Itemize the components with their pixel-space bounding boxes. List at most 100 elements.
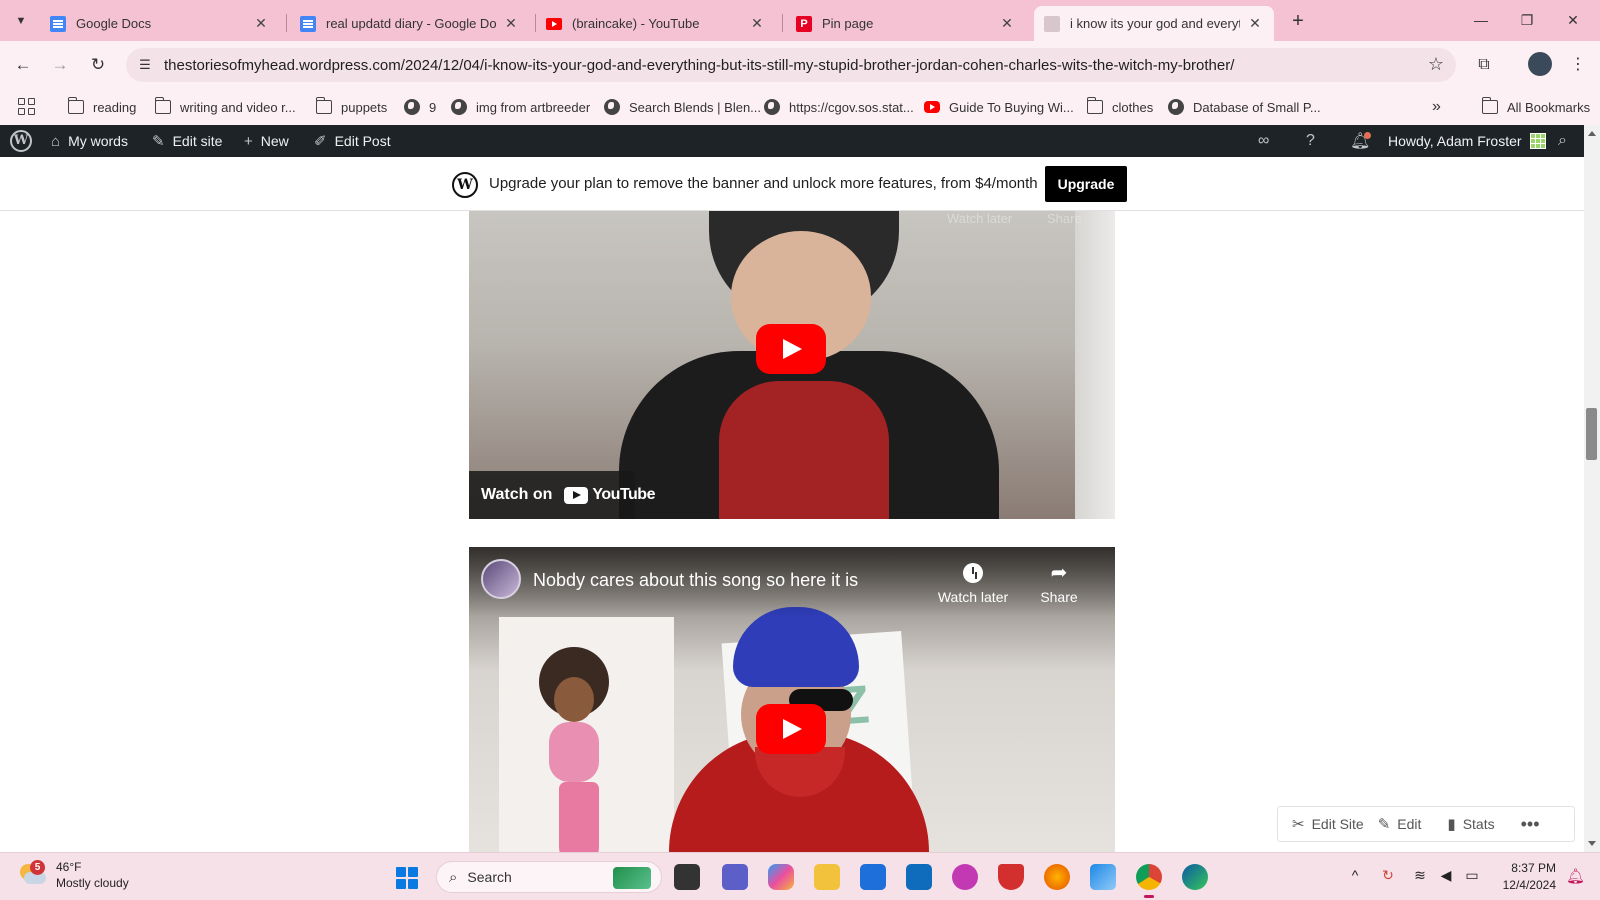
tab-close-icon[interactable]: ✕: [502, 15, 520, 32]
tab-search-chevron-icon[interactable]: ▼: [8, 8, 34, 34]
wp-admin-bar: W ⌂ My words ✎ Edit site + New ✐ Edit Post ∞…: [0, 125, 1584, 157]
jetpack-edit-site[interactable]: ✂ Edit Site: [1292, 815, 1364, 833]
taskbar-search-box[interactable]: ⌕ Search: [436, 861, 662, 893]
wordpress-logo-icon[interactable]: W: [10, 130, 32, 152]
tab-close-icon[interactable]: ✕: [252, 15, 270, 32]
channel-avatar[interactable]: [481, 559, 521, 599]
bookmark-cgov[interactable]: https://cgov.sos.stat...: [764, 97, 914, 117]
tab-close-icon[interactable]: ✕: [748, 15, 766, 32]
admin-edit-site[interactable]: ✎ Edit site: [152, 125, 222, 157]
bookmark-reading[interactable]: reading: [68, 97, 136, 117]
taskbar-search-label: Search: [467, 869, 512, 885]
outlook-icon[interactable]: [906, 864, 932, 890]
scrollbar-thumb[interactable]: [1586, 408, 1597, 460]
video-title[interactable]: Nobdy cares about this song so here it i…: [533, 570, 858, 591]
share-arrow-icon: ➦: [1050, 562, 1068, 584]
bookmark-writing[interactable]: writing and video r...: [155, 97, 296, 117]
chrome-icon[interactable]: [1136, 864, 1162, 898]
bookmark-artbreeder[interactable]: img from artbreeder: [451, 97, 590, 117]
bookmark-guide-to-buying[interactable]: Guide To Buying Wi...: [924, 97, 1074, 117]
battery-icon[interactable]: ▭: [1462, 867, 1482, 884]
windows-start-icon[interactable]: [396, 867, 418, 889]
youtube-embed-2[interactable]: Z Nobdy cares about this song so here it…: [469, 547, 1115, 852]
admin-label: New: [260, 133, 289, 149]
bookmark-clothes[interactable]: clothes: [1087, 97, 1153, 117]
video-play-button[interactable]: [756, 324, 826, 374]
file-explorer-icon[interactable]: [814, 864, 840, 890]
microsoft-store-icon[interactable]: [860, 864, 886, 890]
weather-widget[interactable]: 5 46°F Mostly cloudy: [18, 859, 129, 891]
clock-date: 12/4/2024: [1502, 878, 1556, 892]
bookmark-puppets[interactable]: puppets: [316, 97, 387, 117]
share-button[interactable]: ➦ Share: [1019, 561, 1099, 605]
admin-edit-post[interactable]: ✐ Edit Post: [314, 125, 391, 157]
extensions-puzzle-icon[interactable]: ⧉: [1472, 53, 1496, 77]
watch-on-youtube-button[interactable]: Watch on YouTube: [469, 471, 655, 519]
admin-my-words[interactable]: ⌂ My words: [51, 125, 128, 157]
upgrade-button[interactable]: Upgrade: [1045, 166, 1127, 202]
tab-pin-page[interactable]: P Pin page ✕: [786, 6, 1026, 41]
clock-time: 8:37 PM: [1511, 861, 1556, 875]
notifications-bell-icon[interactable]: 🔔︎: [1350, 125, 1370, 157]
watch-later-button[interactable]: Watch later: [933, 561, 1013, 605]
wifi-icon[interactable]: ≋: [1410, 867, 1430, 884]
bookmark-label: reading: [93, 99, 137, 115]
forward-arrow-icon[interactable]: →: [48, 53, 72, 77]
address-bar[interactable]: ☰ thestoriesofmyhead.wordpress.com/2024/…: [126, 48, 1456, 82]
admin-search-icon[interactable]: ⌕: [1558, 125, 1567, 157]
bookmark-database[interactable]: Database of Small P...: [1168, 97, 1321, 117]
bookmark-search-blends[interactable]: Search Blends | Blen...: [604, 97, 761, 117]
tab-real-updatd-diary[interactable]: real updatd diary - Google Doc ✕: [290, 6, 530, 41]
scroll-up-arrow-icon[interactable]: [1588, 131, 1596, 136]
all-bookmarks[interactable]: All Bookmarks: [1482, 97, 1590, 117]
bookmark-label: img from artbreeder: [476, 99, 591, 115]
url-text[interactable]: thestoriesofmyhead.wordpress.com/2024/12…: [164, 57, 1234, 74]
teams-icon[interactable]: [722, 864, 748, 890]
site-info-icon[interactable]: ☰: [136, 56, 154, 74]
admin-new[interactable]: + New: [244, 125, 289, 157]
tab-braincake-youtube[interactable]: (braincake) - YouTube ✕: [536, 6, 776, 41]
bookmarks-overflow-chevron-icon[interactable]: »: [1432, 97, 1441, 117]
tray-chevron-up-icon[interactable]: ^: [1345, 867, 1365, 883]
jetpack-edit[interactable]: ✎ Edit: [1378, 815, 1422, 833]
more-options-ellipsis-icon[interactable]: •••: [1521, 814, 1540, 835]
notification-bell-icon[interactable]: 🔔︎: [1566, 867, 1585, 885]
admin-howdy-account[interactable]: Howdy, Adam Froster: [1388, 125, 1546, 157]
volume-icon[interactable]: ◀︎: [1436, 867, 1456, 884]
youtube-embed-1[interactable]: Watch later Share Watch on YouTube: [469, 211, 1115, 519]
page-scrollbar[interactable]: [1584, 125, 1600, 852]
edge-icon[interactable]: [1182, 864, 1208, 890]
plus-icon: +: [244, 132, 253, 150]
apps-grid-icon[interactable]: [18, 98, 35, 115]
chrome-menu-icon[interactable]: ⋮: [1566, 53, 1590, 77]
task-view-icon[interactable]: [674, 864, 700, 890]
folder-icon: [316, 97, 332, 114]
reader-glasses-icon[interactable]: ∞: [1258, 125, 1269, 157]
reload-icon[interactable]: ↻: [86, 53, 110, 77]
app-circle-icon[interactable]: [952, 864, 978, 890]
jetpack-stats[interactable]: ▮ Stats: [1447, 815, 1494, 833]
bookmark-9[interactable]: 9: [404, 97, 436, 117]
copilot-icon[interactable]: [768, 864, 794, 890]
new-tab-plus-icon[interactable]: +: [1286, 10, 1310, 34]
sync-icon[interactable]: ↻: [1378, 867, 1398, 884]
folder-icon: [155, 97, 171, 114]
system-clock[interactable]: 8:37 PM 12/4/2024: [1488, 860, 1556, 894]
help-icon[interactable]: ?: [1306, 125, 1315, 157]
restore-icon[interactable]: ❐: [1504, 8, 1550, 32]
profile-avatar[interactable]: [1528, 52, 1552, 76]
mcafee-shield-icon[interactable]: [998, 864, 1024, 890]
tab-close-icon[interactable]: ✕: [1246, 15, 1264, 32]
back-arrow-icon[interactable]: ←: [11, 53, 35, 77]
bookmark-star-icon[interactable]: ☆: [1428, 54, 1444, 75]
photos-icon[interactable]: [1090, 864, 1116, 890]
video-play-button[interactable]: [756, 704, 826, 754]
minimize-icon[interactable]: —: [1458, 8, 1504, 32]
tab-close-icon[interactable]: ✕: [998, 15, 1016, 32]
window-close-icon[interactable]: ✕: [1550, 8, 1596, 32]
tab-google-docs[interactable]: Google Docs ✕: [40, 6, 280, 41]
tab-active-blog-post[interactable]: i know its your god and everyth ✕: [1034, 6, 1274, 41]
pencil-icon: ✎: [1377, 816, 1391, 833]
firefox-icon[interactable]: [1044, 864, 1070, 890]
scroll-down-arrow-icon[interactable]: [1588, 841, 1596, 846]
